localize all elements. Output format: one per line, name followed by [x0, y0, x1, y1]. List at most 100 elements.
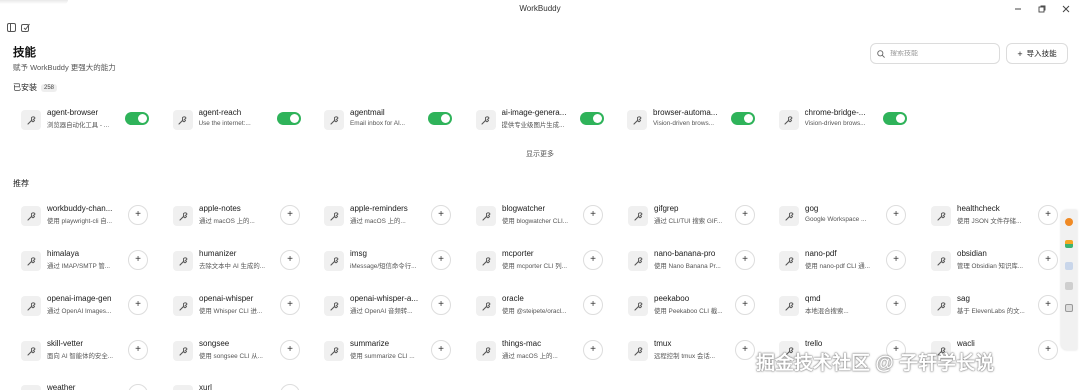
watermark: 掘金技术社区 @ 子轩学长说 — [756, 353, 995, 374]
search-icon — [877, 49, 885, 58]
skill-tool-icon — [931, 251, 951, 271]
plus-icon: + — [742, 209, 748, 220]
skill-tool-icon — [324, 296, 344, 316]
add-skill-button[interactable]: + — [431, 250, 451, 270]
toggle-knob — [895, 114, 905, 123]
skill-description: Use the internet:... — [198, 120, 251, 127]
skill-description: 使用 @steipete/oracl... — [502, 308, 567, 315]
skill-description: 使用 Peekaboo CLI 截... — [654, 308, 723, 315]
sidebar-toggle-icon[interactable] — [6, 22, 16, 32]
add-skill-button[interactable]: + — [735, 340, 755, 360]
close-button[interactable] — [1058, 2, 1074, 16]
add-skill-button[interactable]: + — [1038, 205, 1058, 225]
chart-icon[interactable] — [1065, 240, 1073, 248]
grid-icon[interactable] — [1065, 262, 1073, 270]
skill-tool-icon — [324, 341, 344, 361]
skill-description: iMessage/短信命令行... — [350, 263, 417, 270]
add-skill-button[interactable]: + — [1038, 295, 1058, 315]
add-skill-button[interactable]: + — [735, 250, 755, 270]
skill-description: 通过 IMAP/SMTP 管... — [47, 263, 111, 270]
plus-icon: + — [135, 209, 141, 220]
skill-tool-icon — [476, 206, 496, 226]
plus-icon: + — [893, 299, 899, 310]
recommended-section-label: 推荐 — [13, 179, 29, 188]
skill-name: apple-notes — [199, 204, 241, 213]
list-icon[interactable] — [1065, 282, 1073, 290]
skill-name: trello — [805, 339, 823, 348]
import-skill-button[interactable]: + 导入技能 — [1006, 43, 1068, 64]
right-floating-toolbar — [1061, 210, 1077, 350]
toggle-knob — [138, 114, 147, 123]
skill-name: himalaya — [47, 249, 80, 258]
show-more-link[interactable]: 显示更多 — [0, 149, 1080, 159]
add-skill-button[interactable]: + — [431, 295, 451, 315]
add-skill-button[interactable]: + — [886, 250, 906, 270]
add-skill-button[interactable]: + — [128, 295, 148, 315]
new-task-icon[interactable] — [20, 22, 30, 32]
add-skill-button[interactable]: + — [128, 340, 148, 360]
add-skill-button[interactable]: + — [280, 205, 300, 225]
search-box[interactable] — [870, 43, 1000, 64]
skill-tool-icon — [324, 206, 344, 226]
add-skill-button[interactable]: + — [735, 205, 755, 225]
skill-name: apple-reminders — [350, 204, 408, 213]
add-skill-button[interactable]: + — [583, 250, 603, 270]
skill-enable-toggle[interactable] — [731, 112, 755, 125]
skill-description: 通过 macOS 上的... — [350, 218, 406, 225]
skill-name: things-mac — [502, 339, 542, 348]
notification-icon[interactable] — [1065, 218, 1073, 226]
skill-description: 基于 ElevenLabs 的文... — [957, 308, 1025, 315]
add-skill-button[interactable]: + — [583, 295, 603, 315]
plus-icon: + — [590, 254, 596, 265]
skill-enable-toggle[interactable] — [882, 112, 907, 125]
toggle-knob — [441, 114, 450, 123]
add-skill-button[interactable]: + — [1038, 340, 1058, 360]
add-skill-button[interactable]: + — [431, 340, 451, 360]
restore-icon — [1038, 5, 1046, 13]
add-skill-button[interactable]: + — [128, 250, 148, 270]
search-input[interactable] — [890, 50, 990, 57]
skill-description: Vision-driven brows... — [804, 120, 866, 127]
edit-icon[interactable] — [1065, 304, 1073, 312]
skill-name: xurl — [199, 383, 212, 390]
maximize-button[interactable] — [1034, 2, 1050, 16]
skill-name: blogwatcher — [502, 204, 546, 213]
skill-name: qmd — [805, 294, 821, 303]
skill-tool-icon — [324, 110, 344, 130]
add-skill-button[interactable]: + — [583, 205, 603, 225]
skill-name: skill-vetter — [47, 339, 84, 348]
add-skill-button[interactable]: + — [735, 295, 755, 315]
add-skill-button[interactable]: + — [431, 205, 451, 225]
plus-icon: + — [438, 254, 444, 265]
skill-enable-toggle[interactable] — [125, 112, 149, 125]
plus-icon: + — [135, 299, 141, 310]
skill-description: 去除文本中 AI 生成的... — [199, 263, 266, 270]
skill-enable-toggle[interactable] — [428, 112, 452, 125]
skill-tool-icon — [21, 385, 41, 390]
skill-enable-toggle[interactable] — [579, 112, 604, 125]
skill-description: 使用 Whisper CLI 进... — [199, 308, 263, 315]
plus-icon: + — [590, 209, 596, 220]
skill-name: sag — [957, 294, 970, 303]
skill-tool-icon — [476, 341, 496, 361]
add-skill-button[interactable]: + — [886, 295, 906, 315]
skill-name: tmux — [654, 339, 672, 348]
add-skill-button[interactable]: + — [280, 295, 300, 315]
add-skill-button[interactable]: + — [128, 205, 148, 225]
add-skill-button[interactable]: + — [280, 384, 300, 390]
add-skill-button[interactable]: + — [583, 340, 603, 360]
add-skill-button[interactable]: + — [280, 250, 300, 270]
add-skill-button[interactable]: + — [128, 384, 148, 390]
skill-description: 通过 macOS 上的... — [502, 353, 558, 360]
add-skill-button[interactable]: + — [886, 205, 906, 225]
add-skill-button[interactable]: + — [1038, 250, 1058, 270]
skill-enable-toggle[interactable] — [276, 112, 301, 125]
skill-description: 远程控制 tmux 会话... — [654, 353, 716, 360]
skill-tool-icon — [21, 341, 41, 361]
skill-description: 浏览器自动化工具 - ... — [47, 122, 110, 129]
plus-icon: + — [135, 344, 141, 355]
plus-icon: + — [438, 209, 444, 220]
skill-tool-icon — [779, 251, 799, 271]
add-skill-button[interactable]: + — [280, 340, 300, 360]
minimize-button[interactable] — [1010, 2, 1026, 16]
